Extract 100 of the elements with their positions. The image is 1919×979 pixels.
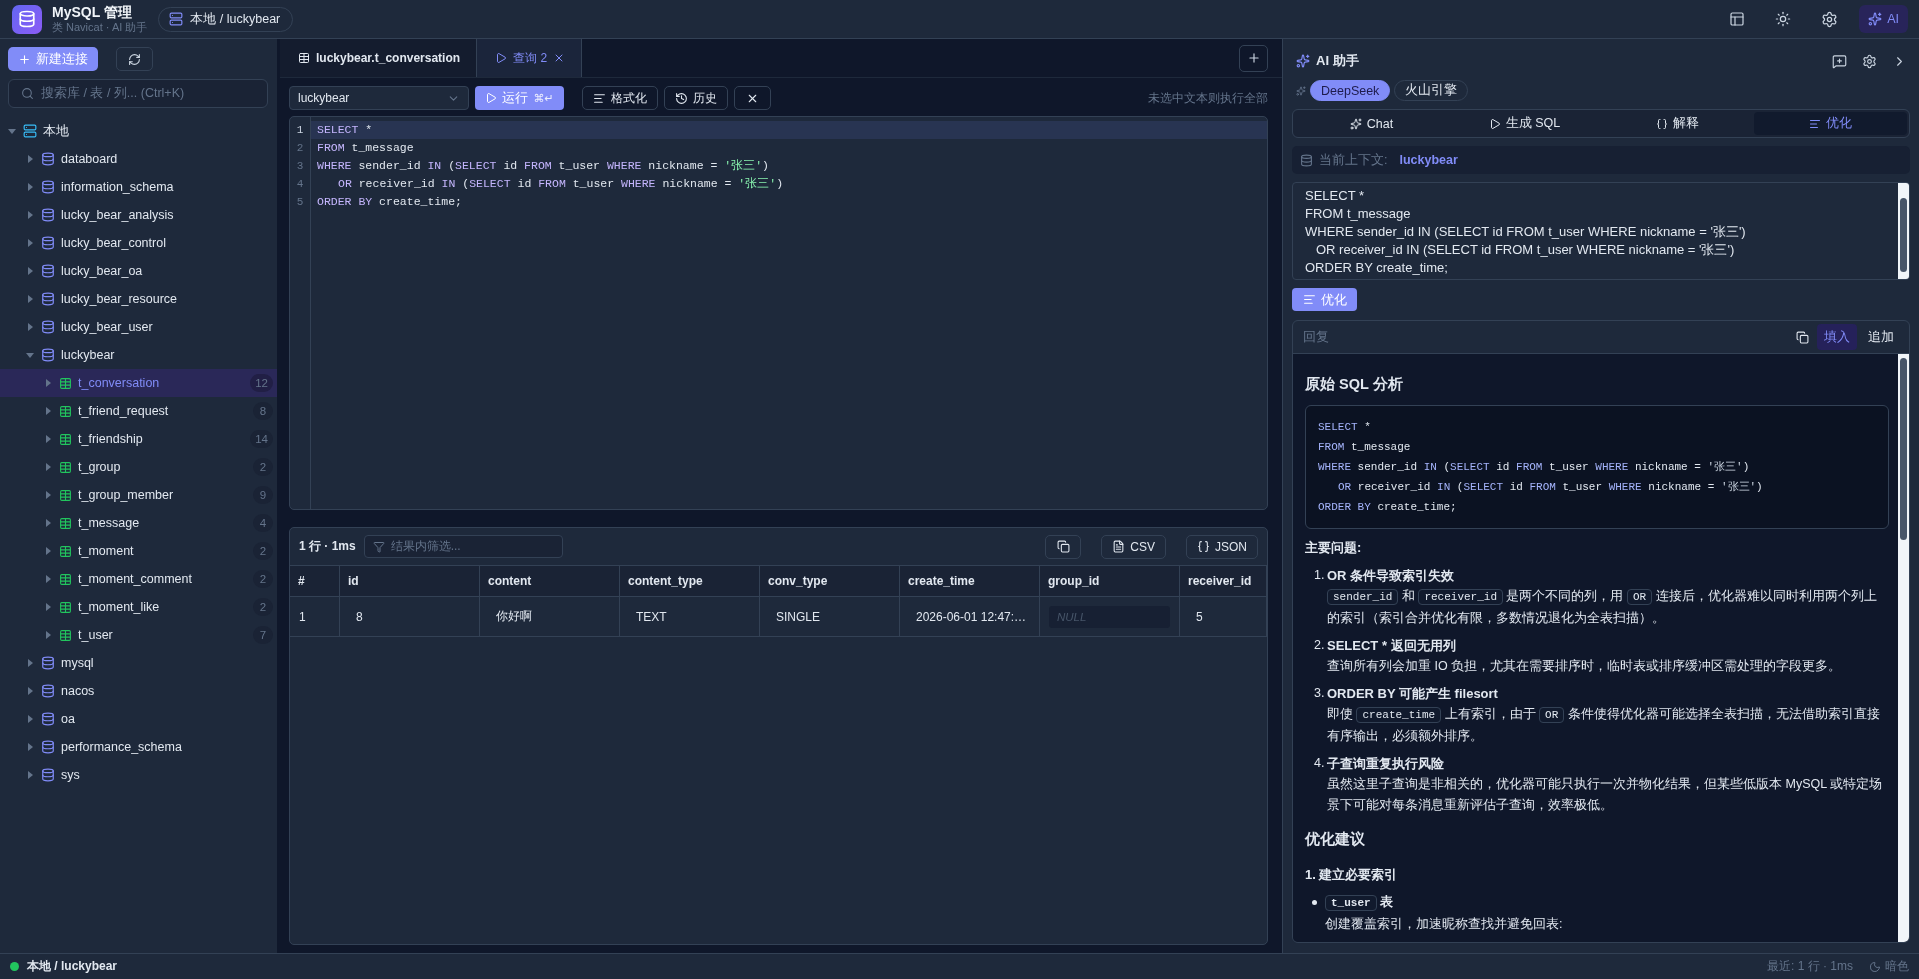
tree-item[interactable]: lucky_bear_user <box>0 313 277 341</box>
tree-item[interactable]: t_message 4 <box>0 509 277 537</box>
tree-item[interactable]: mysql <box>0 649 277 677</box>
result-summary: 1 行 · 1ms <box>299 538 356 555</box>
mode-tab[interactable]: Chat <box>1295 112 1448 135</box>
reply-action-button[interactable]: 填入 <box>1817 324 1857 350</box>
table-icon <box>59 628 72 642</box>
play-icon <box>485 92 498 104</box>
column-header[interactable]: # <box>290 566 340 597</box>
caret-icon[interactable] <box>26 352 34 358</box>
column-header[interactable]: create_time <box>900 566 1040 597</box>
editor-tab[interactable]: luckybear.t_conversation <box>280 39 478 77</box>
mode-tab[interactable]: 生成 SQL <box>1448 112 1601 135</box>
caret-icon[interactable] <box>45 519 51 527</box>
ai-toggle-button[interactable]: AI <box>1859 5 1908 33</box>
tree-item[interactable]: t_conversation 12 <box>0 369 277 397</box>
list-item-text: 虽然这里子查询是非相关的，优化器可能只执行一次并物化结果，但某些低版本 MySQL 或特定场景下可能对每条消息重新评估子查询，效率极低。 <box>1327 776 1884 814</box>
caret-icon[interactable] <box>45 407 51 415</box>
refresh-button[interactable] <box>116 47 153 71</box>
tree-item[interactable]: t_moment_comment 2 <box>0 565 277 593</box>
caret-icon[interactable] <box>45 463 51 471</box>
panel-title: AI 助手 <box>1316 52 1359 70</box>
caret-icon[interactable] <box>45 631 51 639</box>
tree-item[interactable]: t_group 2 <box>0 453 277 481</box>
column-header[interactable]: conv_type <box>760 566 900 597</box>
column-header[interactable]: content_type <box>620 566 760 597</box>
search-icon <box>21 87 34 100</box>
tree-item[interactable]: databoard <box>0 145 277 173</box>
column-header[interactable]: group_id <box>1040 566 1180 597</box>
caret-icon[interactable] <box>27 323 33 331</box>
database-icon <box>41 292 55 306</box>
tree-item[interactable]: t_user 7 <box>0 621 277 649</box>
caret-icon[interactable] <box>8 128 16 134</box>
tree-item[interactable]: t_friendship 14 <box>0 425 277 453</box>
tree-item[interactable]: lucky_bear_oa <box>0 257 277 285</box>
mode-tab[interactable]: 解释 <box>1601 112 1754 135</box>
scrollbar[interactable] <box>1898 354 1909 942</box>
column-header[interactable]: content <box>480 566 620 597</box>
tree-item[interactable]: t_moment_like 2 <box>0 593 277 621</box>
new-tab-button[interactable] <box>1239 44 1268 72</box>
settings-icon <box>1820 10 1838 28</box>
table-icon <box>59 404 72 418</box>
editor-tab[interactable]: 查询 2 <box>477 39 583 77</box>
caret-icon[interactable] <box>45 491 51 499</box>
list-item-title: SELECT * 返回无用列 <box>1327 637 1457 655</box>
caret-icon[interactable] <box>45 379 51 387</box>
mode-tab[interactable]: 优化 <box>1754 112 1907 135</box>
export-button[interactable]: CSV <box>1101 534 1166 559</box>
caret-icon[interactable] <box>27 715 33 723</box>
moon-icon <box>1869 960 1881 973</box>
caret-icon[interactable] <box>27 659 33 667</box>
copy-button[interactable] <box>1045 534 1082 559</box>
caret-icon[interactable] <box>27 155 33 163</box>
column-header[interactable]: id <box>340 566 480 597</box>
column-header[interactable]: receiver_id <box>1180 566 1267 597</box>
table-icon <box>59 572 72 586</box>
sql-editor[interactable]: 1 2 3 4 5 SELECT * FROM t_message WHERE sender_id IN (SELECT id FROM t_user WHERE nickname = '张三') OR receiver_id IN (SELECT id FROM t_user WHERE nickname = '张三') ORDER BY create_time; <box>289 116 1268 510</box>
tree-item[interactable]: t_friend_request 8 <box>0 397 277 425</box>
section-heading: 原始 SQL 分析 <box>1305 375 1404 394</box>
list-item-title: OR 条件导致索引失效 <box>1327 567 1456 585</box>
tree-item[interactable]: information_schema <box>0 173 277 201</box>
database-icon <box>41 348 55 362</box>
history-button[interactable]: 历史 <box>664 86 728 110</box>
tree-item[interactable]: oa <box>0 705 277 733</box>
clear-button[interactable] <box>734 86 771 110</box>
tree-item[interactable]: t_group_member 9 <box>0 481 277 509</box>
tree-item[interactable]: lucky_bear_analysis <box>0 201 277 229</box>
tree-item[interactable]: nacos <box>0 677 277 705</box>
scrollbar[interactable] <box>1898 183 1909 279</box>
caret-icon[interactable] <box>45 575 51 583</box>
provider-chip[interactable]: DeepSeek <box>1310 80 1391 101</box>
tree-item[interactable]: luckybear <box>0 341 277 369</box>
reply-label: 回复 <box>1303 328 1329 346</box>
caret-icon[interactable] <box>27 239 33 247</box>
database-select[interactable]: luckybear <box>289 86 469 110</box>
caret-icon[interactable] <box>27 267 33 275</box>
prompt-input-field[interactable]: SELECT * FROM t_message WHERE sender_id IN (SELECT id FROM t_user WHERE nickname = '张三') OR receiver_id IN (SELECT id FROM t_user WHERE nickname = '张三') ORDER BY create_time; <box>1292 182 1910 280</box>
reply-action-button[interactable]: 追加 <box>1861 324 1901 350</box>
tree-item[interactable]: sys <box>0 761 277 789</box>
list-item-title: 子查询重复执行风险 <box>1327 755 1445 773</box>
caret-icon[interactable] <box>27 211 33 219</box>
caret-icon[interactable] <box>27 687 33 695</box>
caret-icon[interactable] <box>27 295 33 303</box>
table-icon <box>59 460 72 474</box>
caret-icon[interactable] <box>27 183 33 191</box>
tree-item[interactable]: t_moment 2 <box>0 537 277 565</box>
tree-item[interactable]: lucky_bear_control <box>0 229 277 257</box>
tree-item[interactable]: 本地 <box>0 117 277 145</box>
panel-layout-icon <box>1729 11 1746 27</box>
caret-icon[interactable] <box>27 771 33 779</box>
caret-icon[interactable] <box>27 743 33 751</box>
line-number: 5 <box>295 195 305 210</box>
export-button[interactable]: JSON <box>1186 534 1258 559</box>
tree-item[interactable]: performance_schema <box>0 733 277 761</box>
format-button[interactable]: 格式化 <box>582 86 658 110</box>
tree-item[interactable]: lucky_bear_resource <box>0 285 277 313</box>
sparkles-icon <box>1296 85 1306 96</box>
caret-icon[interactable] <box>45 435 51 443</box>
caret-icon[interactable] <box>45 603 51 611</box>
caret-icon[interactable] <box>45 547 51 555</box>
